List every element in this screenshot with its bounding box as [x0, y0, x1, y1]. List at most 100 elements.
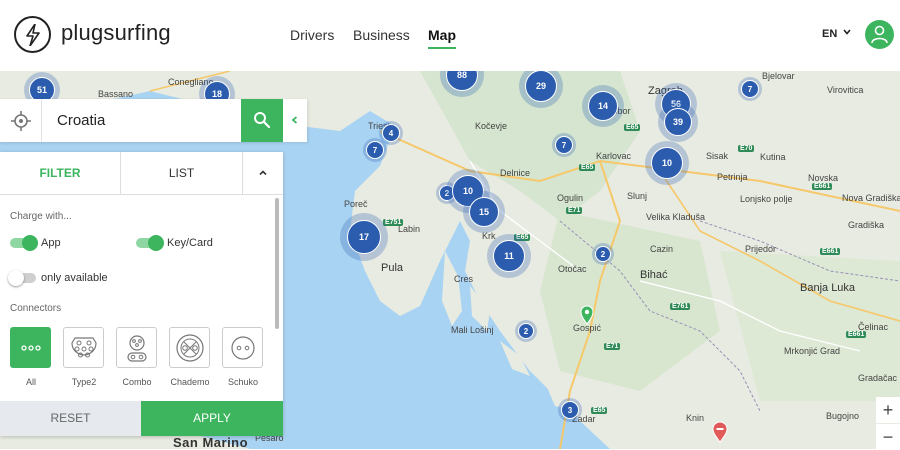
station-cluster-marker[interactable]: 2 — [515, 320, 537, 342]
road-number-badge: E65 — [579, 164, 596, 171]
toggle-app-label: App — [41, 237, 61, 249]
map-place-label: Kočevje — [475, 121, 508, 131]
search-input[interactable] — [43, 99, 241, 142]
charging-station-pin-icon[interactable] — [580, 305, 594, 330]
reset-button[interactable]: RESET — [0, 401, 141, 436]
station-cluster-marker[interactable]: 7 — [363, 138, 387, 162]
charge-with-label: Charge with... — [10, 211, 72, 222]
map-place-label: Cres — [454, 274, 474, 284]
station-cluster-marker[interactable]: 7 — [552, 133, 576, 157]
connector-type2-label: Type2 — [71, 377, 97, 387]
connector-combo-label: Combo — [122, 377, 152, 387]
combo-plug-icon — [127, 335, 147, 362]
map-place-label: Ogulin — [557, 193, 584, 203]
map-place-label: Bihać — [640, 269, 668, 281]
search-button[interactable] — [241, 99, 283, 142]
toggle-key-card-label: Key/Card — [167, 237, 213, 249]
map-place-label: Delnice — [500, 168, 531, 178]
map-place-label: Banja Luka — [800, 282, 856, 294]
road-number-badge: E761 — [670, 303, 691, 310]
map-place-label: Kutina — [760, 152, 786, 162]
connector-all-button[interactable] — [10, 327, 51, 368]
station-cluster-marker[interactable]: 39 — [658, 102, 698, 142]
station-cluster-marker[interactable]: 11 — [487, 234, 531, 278]
chevron-down-icon[interactable] — [842, 27, 852, 40]
map-place-label: Prijedor — [745, 244, 777, 254]
toggle-only-available-label: only available — [41, 272, 108, 284]
road-number-badge: E661 — [812, 183, 833, 190]
chademo-plug-icon — [176, 334, 204, 362]
apply-button[interactable]: APPLY — [141, 401, 283, 436]
map-place-label: Slunj — [627, 191, 648, 201]
road-number-badge: E661 — [820, 248, 841, 255]
road-number-badge: E65 — [624, 124, 641, 131]
top-navigation-bar: plugsurfing Drivers Business Map EN — [0, 0, 900, 71]
map-place-label: Pula — [381, 262, 404, 274]
station-cluster-marker[interactable]: 7 — [738, 77, 762, 101]
chevron-left-icon — [291, 116, 298, 124]
map-place-label: Mrkonjić Grad — [784, 346, 841, 356]
nav-business[interactable]: Business — [353, 27, 410, 43]
search-icon — [254, 112, 271, 129]
road-number-badge: E71 — [566, 207, 583, 214]
map-place-label: Knin — [686, 413, 705, 423]
map-place-label: Bjelovar — [762, 71, 795, 81]
plugsurfing-logo-icon[interactable] — [14, 16, 51, 53]
station-cluster-marker[interactable]: 2 — [592, 243, 614, 265]
map-place-label: Novska — [808, 173, 839, 183]
locate-me-icon[interactable] — [0, 99, 42, 142]
filter-body: Charge with... App Key/Card only availab… — [0, 196, 283, 401]
station-cluster-marker[interactable]: 10 — [645, 141, 689, 185]
road-number-badge: E71 — [604, 343, 621, 350]
station-cluster-marker[interactable]: 15 — [463, 191, 505, 233]
connector-schuko-button[interactable] — [222, 327, 263, 368]
toggle-app[interactable] — [10, 235, 38, 251]
map-place-label: Bassano — [98, 89, 134, 99]
tab-filter[interactable]: FILTER — [0, 152, 121, 195]
tab-list[interactable]: LIST — [121, 152, 243, 195]
schuko-plug-icon — [231, 336, 255, 360]
connector-chademo-button[interactable] — [169, 327, 210, 368]
connector-all-label: All — [25, 377, 36, 387]
map-place-label: Nova Gradiška — [842, 193, 900, 203]
map-place-label: Lonjsko polje — [740, 194, 793, 204]
map-place-label: Bugojno — [826, 411, 860, 421]
zoom-out-button[interactable]: − — [876, 424, 900, 449]
toggle-only-available[interactable] — [8, 270, 36, 286]
collapse-panel-button[interactable] — [243, 152, 283, 195]
map-place-label: Otočac — [558, 264, 587, 274]
unavailable-station-pin-icon[interactable] — [712, 421, 728, 448]
zoom-in-button[interactable]: + — [876, 397, 900, 423]
connector-combo-button[interactable] — [116, 327, 157, 368]
user-avatar-button[interactable] — [865, 20, 894, 49]
nav-drivers[interactable]: Drivers — [290, 27, 334, 43]
collapse-sidebar-button[interactable] — [283, 99, 307, 142]
filter-panel: FILTER LIST Charge with... App Key/Card … — [0, 152, 283, 436]
station-cluster-marker[interactable]: 17 — [340, 213, 388, 261]
panel-tabs: FILTER LIST — [0, 152, 283, 195]
all-connectors-icon — [21, 345, 41, 351]
connectors-label: Connectors — [10, 303, 62, 314]
nav-map[interactable]: Map — [428, 27, 456, 49]
map-place-label: San Marino — [173, 435, 249, 449]
map-place-label: Poreč — [344, 199, 368, 209]
station-cluster-marker[interactable]: 3 — [558, 398, 582, 422]
connector-chademo-label: Chademo — [170, 377, 210, 387]
map-place-label: Petrinja — [717, 172, 748, 182]
type2-plug-icon — [71, 337, 97, 358]
map-place-label: Sisak — [706, 151, 729, 161]
map-place-label: Virovitica — [827, 85, 864, 95]
road-number-badge: E70 — [738, 145, 755, 152]
map-place-label: Cazin — [650, 244, 674, 254]
logo-text[interactable]: plugsurfing — [61, 20, 171, 46]
map-place-label: Mali Lošinj — [451, 325, 494, 335]
toggle-key-card[interactable] — [136, 235, 164, 251]
station-cluster-marker[interactable]: 14 — [582, 85, 624, 127]
connector-type2-button[interactable] — [63, 327, 104, 368]
search-bar — [0, 99, 283, 142]
language-selector[interactable]: EN — [822, 28, 837, 40]
map-place-label: Karlovac — [596, 151, 632, 161]
chevron-up-icon — [259, 170, 267, 176]
panel-scrollbar[interactable] — [275, 198, 279, 329]
road-number-badge: E661 — [846, 331, 867, 338]
